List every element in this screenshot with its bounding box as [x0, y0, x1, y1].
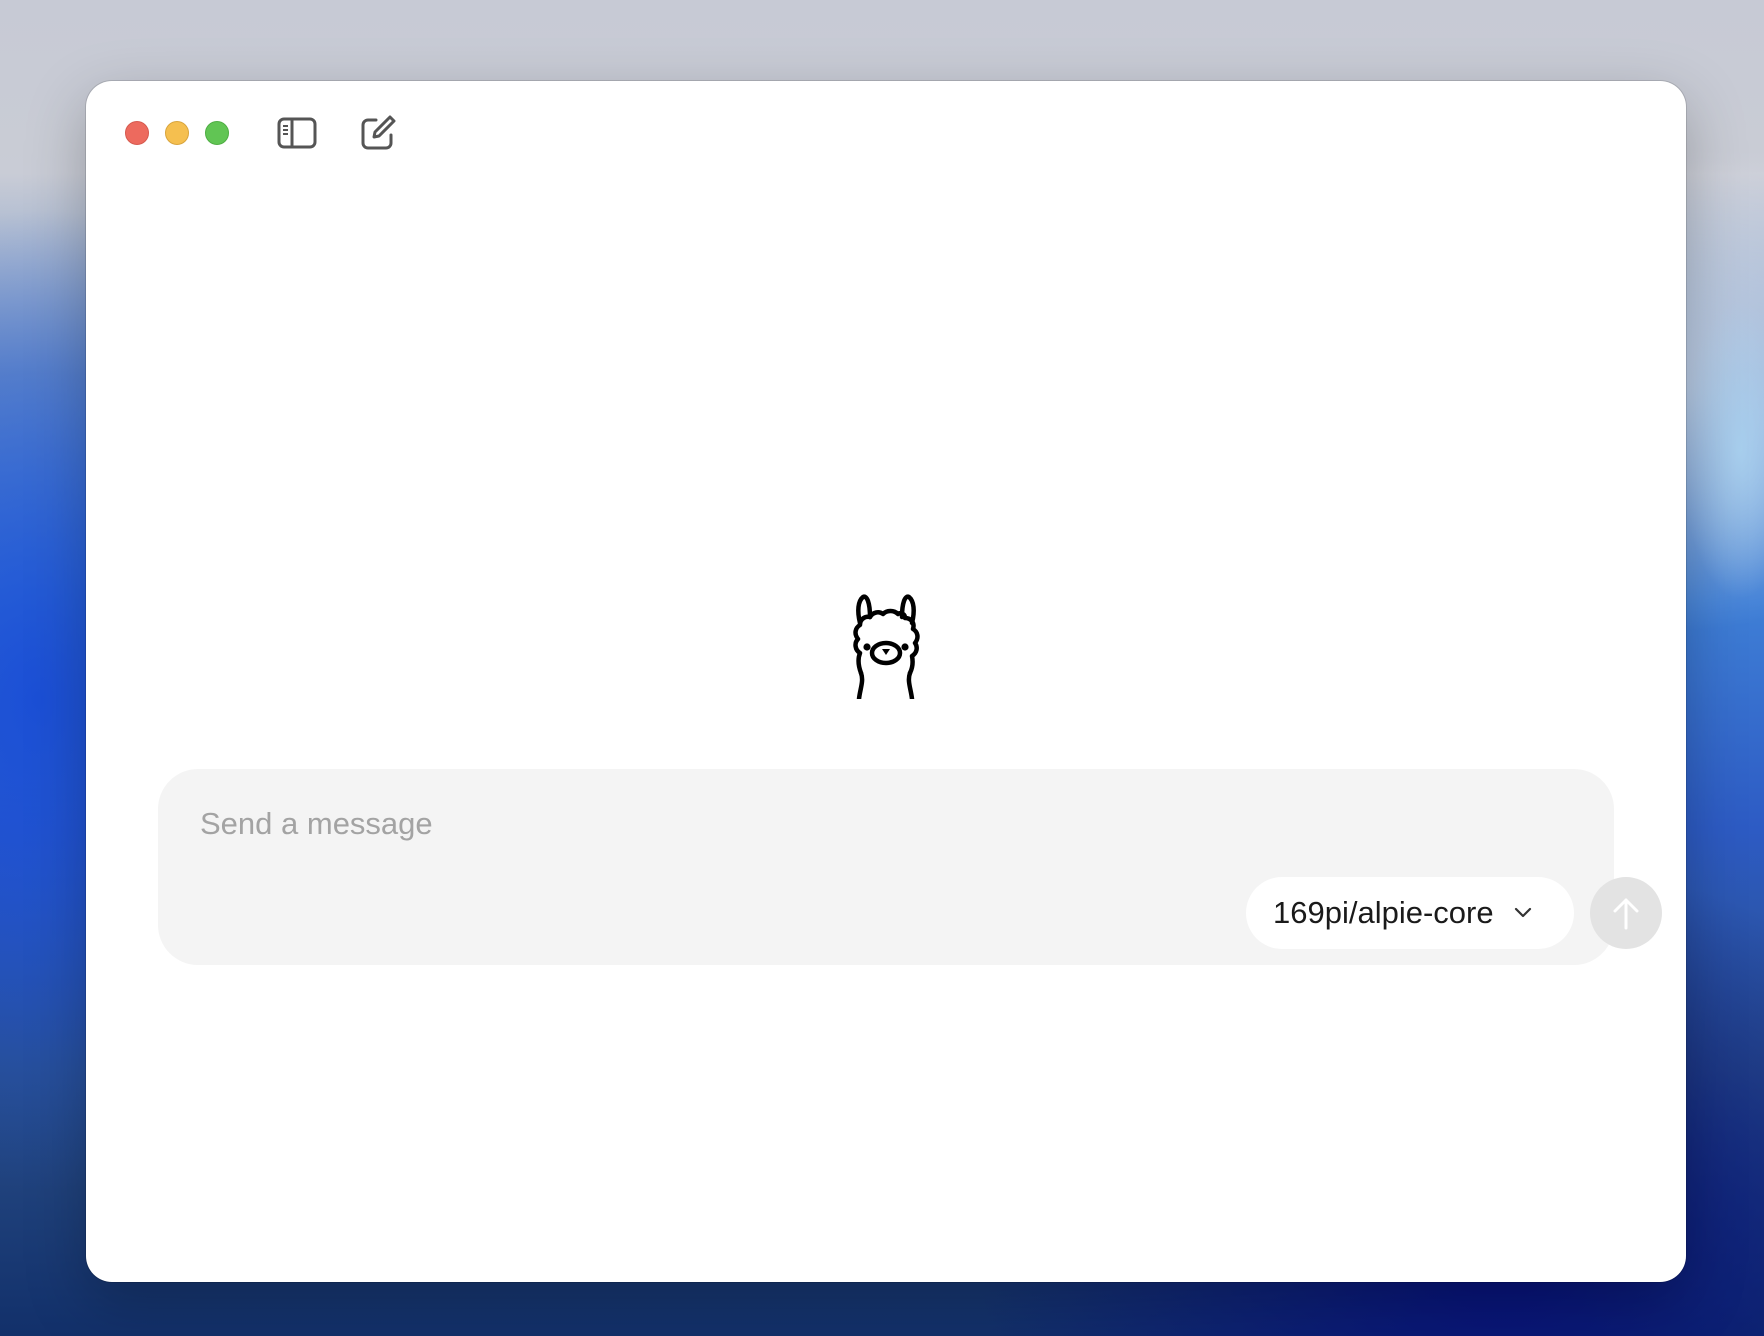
model-selector-label: 169pi/alpie-core [1273, 895, 1494, 930]
new-chat-compose-icon [361, 115, 396, 150]
app-window: 169pi/alpie-core [86, 81, 1686, 1282]
message-composer: 169pi/alpie-core [158, 769, 1662, 965]
zoom-window-button[interactable] [205, 121, 229, 145]
llama-mascot-icon [843, 587, 929, 702]
title-bar [86, 81, 1686, 185]
message-input[interactable] [198, 797, 1502, 851]
sidebar-toggle-icon [277, 117, 317, 149]
model-selector[interactable]: 169pi/alpie-core [1246, 877, 1574, 949]
send-button[interactable] [1590, 877, 1662, 949]
minimize-window-button[interactable] [165, 121, 189, 145]
new-chat-button[interactable] [356, 111, 400, 155]
close-window-button[interactable] [125, 121, 149, 145]
desktop-wallpaper: 169pi/alpie-core [0, 0, 1764, 1336]
arrow-up-icon [1613, 898, 1639, 930]
sidebar-toggle-button[interactable] [275, 111, 319, 155]
chevron-down-icon [1512, 902, 1534, 924]
